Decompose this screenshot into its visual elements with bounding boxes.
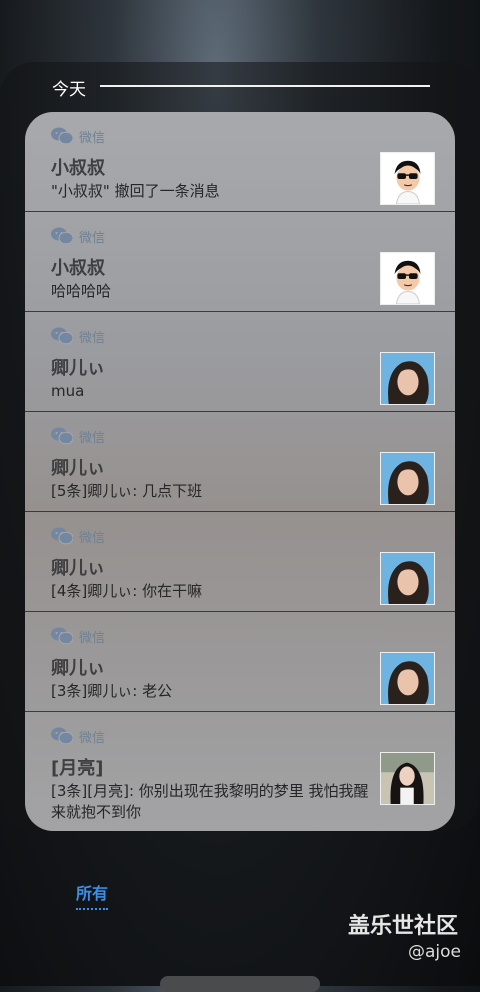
wechat-icon <box>51 527 73 545</box>
notification-card[interactable]: 微信 小叔叔 "小叔叔" 撤回了一条消息 <box>25 112 455 212</box>
app-name: 微信 <box>79 430 106 446</box>
message-text: mua <box>51 382 85 400</box>
app-row: 微信 <box>51 526 105 546</box>
wechat-icon <box>51 427 73 445</box>
message-text: 哈哈哈哈 <box>51 282 112 300</box>
header-divider <box>100 85 430 87</box>
app-name: 微信 <box>79 630 106 646</box>
cartoon-avatar <box>380 252 435 305</box>
home-indicator[interactable] <box>160 976 320 992</box>
wechat-icon <box>51 127 73 145</box>
message-text: [5条]卿儿ぃ: 几点下班 <box>51 482 203 500</box>
wechat-icon <box>51 227 73 245</box>
watermark-title: 盖乐世社区 <box>348 914 459 939</box>
app-row: 微信 <box>51 726 105 746</box>
today-header: 今天 <box>52 73 432 100</box>
notification-card[interactable]: 微信 卿儿ぃ mua <box>25 312 455 412</box>
sender-name: 卿儿ぃ <box>51 658 105 679</box>
notification-card[interactable]: 微信 卿儿ぃ [3条]卿儿ぃ: 老公 <box>25 612 455 712</box>
notification-panel: 微信 小叔叔 "小叔叔" 撤回了一条消息 微信 小叔叔 哈哈哈哈 微信 卿儿ぃ … <box>25 112 455 831</box>
notification-card[interactable]: 微信 [月亮] [3条][月亮]: 你别出现在我黎明的梦里 我怕我醒来就抱不到你 <box>25 712 455 831</box>
notification-card[interactable]: 微信 卿儿ぃ [4条]卿儿ぃ: 你在干嘛 <box>25 512 455 612</box>
sender-name: 卿儿ぃ <box>51 458 105 479</box>
sender-name: [月亮] <box>51 758 104 779</box>
girl-photo <box>380 652 435 705</box>
message-text: "小叔叔" 撤回了一条消息 <box>51 182 220 200</box>
app-name: 微信 <box>79 530 106 546</box>
sender-name: 卿儿ぃ <box>51 358 105 379</box>
app-row: 微信 <box>51 426 105 446</box>
app-row: 微信 <box>51 226 105 246</box>
wechat-icon <box>51 627 73 645</box>
sender-name: 卿儿ぃ <box>51 558 105 579</box>
app-name: 微信 <box>79 230 106 246</box>
message-text: [4条]卿儿ぃ: 你在干嘛 <box>51 582 203 600</box>
cartoon-avatar <box>380 152 435 205</box>
message-text: [3条][月亮]: 你别出现在我黎明的梦里 我怕我醒来就抱不到你 <box>51 782 369 821</box>
app-row: 微信 <box>51 326 105 346</box>
tab-all[interactable]: 所有 <box>76 880 109 910</box>
woman-photo <box>380 752 435 805</box>
notification-card[interactable]: 微信 卿儿ぃ [5条]卿儿ぃ: 几点下班 <box>25 412 455 512</box>
wechat-icon <box>51 327 73 345</box>
app-row: 微信 <box>51 626 105 646</box>
today-label: 今天 <box>52 80 86 100</box>
girl-photo <box>380 352 435 405</box>
girl-photo <box>380 452 435 505</box>
app-name: 微信 <box>79 130 106 146</box>
app-name: 微信 <box>79 330 106 346</box>
sender-name: 小叔叔 <box>51 258 105 279</box>
app-name: 微信 <box>79 730 106 746</box>
wechat-icon <box>51 727 73 745</box>
notification-card[interactable]: 微信 小叔叔 哈哈哈哈 <box>25 212 455 312</box>
girl-photo <box>380 552 435 605</box>
message-text: [3条]卿儿ぃ: 老公 <box>51 682 173 700</box>
app-row: 微信 <box>51 126 105 146</box>
sender-name: 小叔叔 <box>51 158 105 179</box>
watermark-handle: @ajoe <box>408 942 462 962</box>
